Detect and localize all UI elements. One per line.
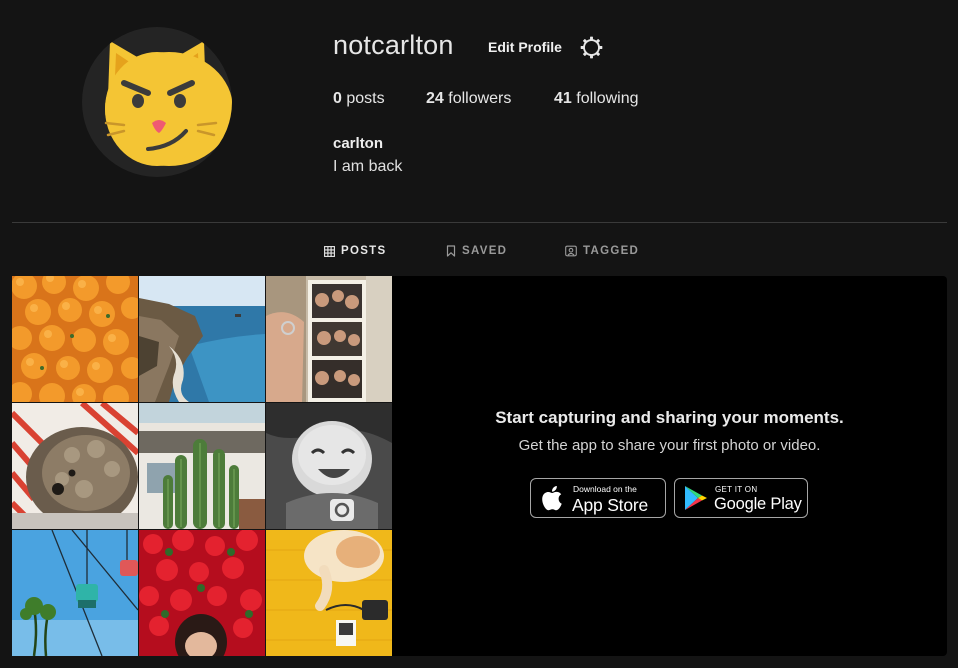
- bookmark-icon: [446, 245, 456, 257]
- google-play-icon: [685, 486, 707, 510]
- app-store-big-text: App Store: [572, 495, 649, 515]
- username: notcarlton: [333, 30, 454, 60]
- tab-saved[interactable]: SAVED: [446, 243, 507, 259]
- photo-red-flowers[interactable]: [139, 530, 265, 656]
- posts-count: 0 posts: [333, 90, 385, 108]
- app-store-button[interactable]: Download on the App Store: [530, 478, 666, 518]
- bio-text: I am back: [333, 158, 403, 175]
- photo-cactus[interactable]: [139, 403, 265, 529]
- tab-posts[interactable]: POSTS: [324, 243, 386, 259]
- stat-value: 24: [426, 90, 444, 107]
- following-link[interactable]: 41 following: [554, 90, 639, 108]
- stat-label: posts: [346, 90, 385, 107]
- app-promo-panel: Start capturing and sharing your moments…: [392, 276, 947, 656]
- tab-label: TAGGED: [583, 245, 640, 257]
- stat-value: 41: [554, 90, 572, 107]
- photo-oranges[interactable]: [12, 276, 138, 402]
- grid-icon: [324, 245, 335, 257]
- stat-value: 0: [333, 90, 342, 107]
- smirking-cat-icon: [104, 41, 232, 166]
- apple-icon: [542, 486, 562, 511]
- display-name: carlton: [333, 135, 384, 152]
- photo-dog[interactable]: [12, 403, 138, 529]
- photo-gondola[interactable]: [12, 530, 138, 656]
- google-play-small-text: GET IT ON: [715, 485, 758, 494]
- google-play-big-text: Google Play: [714, 495, 802, 513]
- tag-portrait-icon: [565, 245, 577, 257]
- divider: [12, 222, 947, 223]
- google-play-button[interactable]: GET IT ON Google Play: [674, 478, 808, 518]
- stat-label: followers: [448, 90, 512, 107]
- photo-baby[interactable]: [266, 403, 392, 529]
- tab-label: POSTS: [341, 245, 387, 257]
- stat-label: following: [576, 90, 639, 107]
- settings-button[interactable]: [579, 35, 604, 60]
- photo-grid: [12, 276, 392, 656]
- followers-link[interactable]: 24 followers: [426, 90, 511, 108]
- promo-subtitle: Get the app to share your first photo or…: [518, 437, 821, 454]
- edit-profile-button[interactable]: Edit Profile: [480, 36, 570, 58]
- promo-title: Start capturing and sharing your moments…: [495, 408, 844, 427]
- app-store-small-text: Download on the: [573, 484, 637, 494]
- photo-coast[interactable]: [139, 276, 265, 402]
- tab-tagged[interactable]: TAGGED: [565, 243, 639, 259]
- avatar[interactable]: [82, 27, 232, 177]
- photo-strip[interactable]: [266, 276, 392, 402]
- tab-label: SAVED: [462, 245, 508, 257]
- photo-cat[interactable]: [266, 530, 392, 656]
- gear-icon: [580, 36, 603, 59]
